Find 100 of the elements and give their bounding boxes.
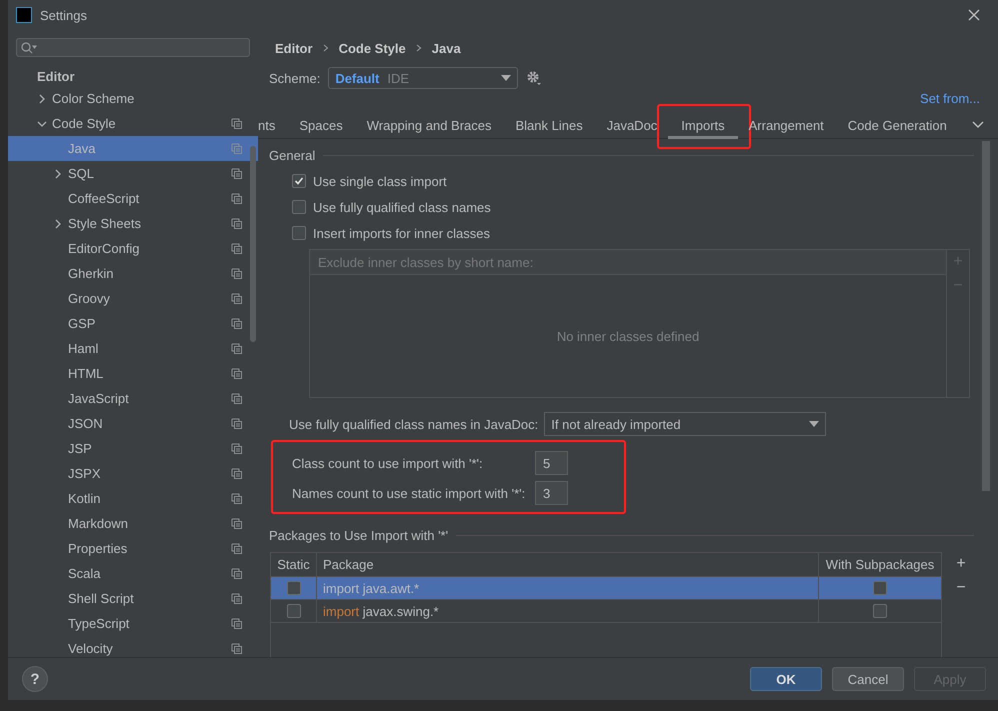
copy-icon xyxy=(231,468,242,479)
chevron-right-icon[interactable] xyxy=(53,168,63,178)
tree-item[interactable]: Code Style xyxy=(8,111,258,136)
breadcrumb-item[interactable]: Code Style xyxy=(338,40,406,56)
window-title: Settings xyxy=(40,8,87,22)
tree-item[interactable]: GSP xyxy=(8,311,258,336)
breadcrumb-item[interactable]: Java xyxy=(432,40,461,56)
tree-item[interactable]: Groovy xyxy=(8,286,258,311)
tree-item[interactable]: SQL xyxy=(8,161,258,186)
tree-item-label: Color Scheme xyxy=(52,91,134,106)
caret-icon xyxy=(809,421,820,427)
tree-item-label: Shell Script xyxy=(68,591,134,606)
tab[interactable]: Code Generation xyxy=(836,112,959,138)
tree-item-label: TypeScript xyxy=(68,616,130,631)
copy-icon xyxy=(231,243,242,254)
column-header[interactable]: Static xyxy=(277,557,310,572)
tab[interactable]: Spaces xyxy=(287,112,355,138)
chevron-right-icon xyxy=(416,44,422,52)
checkbox[interactable] xyxy=(286,581,300,595)
tree-item[interactable]: Haml xyxy=(8,336,258,361)
copy-icon xyxy=(231,418,242,429)
tree-item-label: Kotlin xyxy=(68,491,101,506)
checkbox[interactable] xyxy=(292,226,306,240)
tree-item[interactable]: JavaScript xyxy=(8,386,258,411)
dialog-button[interactable]: Cancel xyxy=(832,667,904,691)
tree-item[interactable]: Velocity xyxy=(8,636,258,657)
count-field[interactable]: 5 xyxy=(535,451,568,475)
tree-item[interactable]: JSPX xyxy=(8,461,258,486)
checkbox[interactable] xyxy=(873,581,887,595)
copy-icon xyxy=(231,618,242,629)
package-name: import java.awt.* xyxy=(323,580,420,596)
settings-icon[interactable] xyxy=(526,70,542,86)
search-icon xyxy=(21,42,37,54)
remove-button[interactable]: − xyxy=(952,576,970,600)
tree-item[interactable]: EditorConfig xyxy=(8,236,258,261)
tree-item[interactable]: Shell Script xyxy=(8,586,258,611)
count-label: Names count to use static import with '*': xyxy=(292,486,526,500)
tree-item[interactable]: TypeScript xyxy=(8,611,258,636)
help-button[interactable]: ? xyxy=(22,666,48,692)
scheme-dropdown[interactable]: Default IDE xyxy=(328,67,518,89)
checkmark-icon xyxy=(293,175,305,187)
tab[interactable]: Blank Lines xyxy=(504,112,595,138)
tree-item[interactable]: JSON xyxy=(8,411,258,436)
tab[interactable]: JavaDoc xyxy=(594,112,670,138)
tree-item-label: Gherkin xyxy=(68,266,114,281)
dialog-button[interactable]: OK xyxy=(750,667,822,691)
section-heading: Editor xyxy=(36,68,76,86)
column-header[interactable]: Package xyxy=(323,557,374,572)
tree-item-label: Groovy xyxy=(68,291,110,306)
tree-item[interactable]: Scala xyxy=(8,561,258,586)
column-header[interactable]: With Subpackages xyxy=(826,557,934,572)
tree-item-label: HTML xyxy=(68,366,104,381)
search-field[interactable] xyxy=(16,38,250,57)
copy-icon xyxy=(231,393,242,404)
copy-icon xyxy=(231,443,242,454)
tree-item[interactable]: Kotlin xyxy=(8,486,258,511)
tree-item-label: SQL xyxy=(68,166,94,181)
set-from-link[interactable]: Set from... xyxy=(920,91,980,106)
tree-item[interactable]: CoffeeScript xyxy=(8,186,258,211)
tree-item-label: Haml xyxy=(68,341,98,356)
breadcrumb-item[interactable]: Editor xyxy=(275,40,313,56)
copy-icon xyxy=(231,543,242,554)
copy-icon xyxy=(231,193,242,204)
tree-item[interactable]: Markdown xyxy=(8,511,258,536)
tree-item-label: JSPX xyxy=(68,466,101,481)
tab[interactable]: nts xyxy=(258,112,288,138)
tab[interactable]: Imports xyxy=(669,112,737,138)
add-button[interactable]: + xyxy=(952,552,970,576)
table-row[interactable]: import javax.swing.* xyxy=(271,600,941,623)
section-title: General xyxy=(269,148,316,162)
chevron-down-icon[interactable] xyxy=(37,118,47,128)
package-name: import javax.swing.* xyxy=(323,604,439,618)
copy-icon xyxy=(231,218,242,229)
tree-item[interactable]: Style Sheets xyxy=(8,211,258,236)
tree-item[interactable]: Gherkin xyxy=(8,261,258,286)
scrollbar[interactable] xyxy=(250,146,256,342)
tree-item[interactable]: JSP xyxy=(8,436,258,461)
javadoc-dropdown[interactable]: If not already imported xyxy=(544,412,826,436)
checkbox[interactable] xyxy=(873,604,887,618)
tree-item-label: EditorConfig xyxy=(68,241,140,256)
chevron-down-icon[interactable] xyxy=(972,121,984,129)
count-field[interactable]: 3 xyxy=(535,481,568,505)
tree-item[interactable]: Color Scheme xyxy=(8,86,258,111)
chevron-right-icon[interactable] xyxy=(37,94,47,104)
tab[interactable]: Wrapping and Braces xyxy=(354,112,504,138)
copy-icon xyxy=(231,343,242,354)
copy-icon xyxy=(231,593,242,604)
chevron-right-icon[interactable] xyxy=(53,218,63,228)
tree-item-label: Scala xyxy=(68,566,101,581)
tree-item-label: JSON xyxy=(68,416,103,431)
tree-item[interactable]: Properties xyxy=(8,536,258,561)
copy-icon xyxy=(231,568,242,579)
checkbox[interactable] xyxy=(292,174,306,188)
tree-item[interactable]: HTML xyxy=(8,361,258,386)
tree-item-label: Velocity xyxy=(68,641,113,656)
copy-icon xyxy=(231,293,242,304)
checkbox[interactable] xyxy=(286,604,300,618)
count-label: Class count to use import with '*': xyxy=(292,456,484,470)
close-icon[interactable] xyxy=(968,9,980,21)
checkbox[interactable] xyxy=(292,200,306,214)
